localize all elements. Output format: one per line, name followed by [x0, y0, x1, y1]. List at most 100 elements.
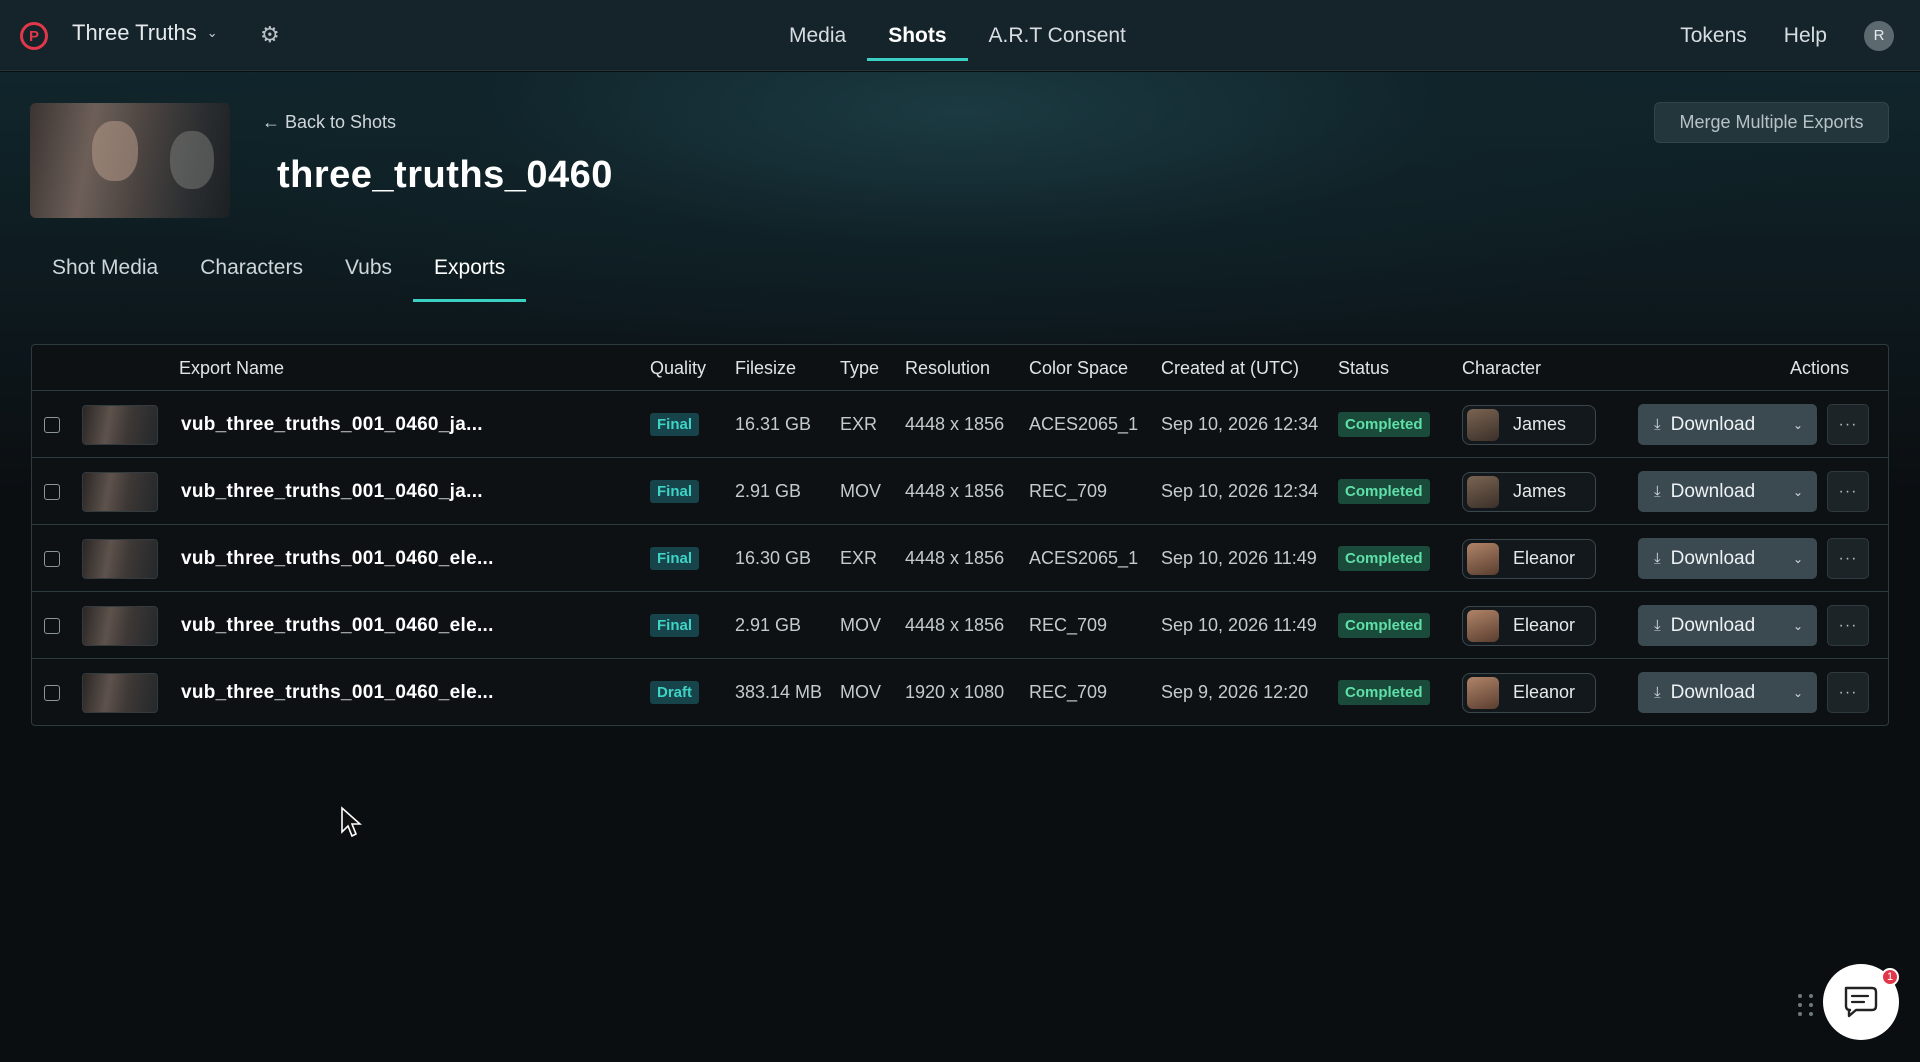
character-avatar — [1467, 609, 1499, 642]
row-checkbox[interactable] — [44, 416, 60, 433]
nav-art-consent[interactable]: A.R.T Consent — [968, 0, 1147, 71]
download-button[interactable]: ⤓ Download ⌄ — [1638, 672, 1817, 713]
filesize-value: 2.91 GB — [735, 615, 802, 635]
character-name: James — [1513, 481, 1567, 501]
export-thumbnail — [82, 538, 158, 579]
merge-exports-button[interactable]: Merge Multiple Exports — [1654, 102, 1889, 143]
col-export-name[interactable]: Export Name — [179, 358, 284, 379]
main-nav: Media Shots A.R.T Consent — [768, 0, 1147, 71]
download-button[interactable]: ⤓ Download ⌄ — [1638, 605, 1817, 646]
table-row[interactable]: vub_three_truths_001_0460_ele... Draft 3… — [32, 659, 1888, 726]
type-value: MOV — [840, 682, 882, 702]
resolution-value: 4448 x 1856 — [905, 615, 1005, 635]
character-avatar — [1467, 676, 1499, 709]
character-avatar — [1467, 475, 1499, 508]
filesize-value: 383.14 MB — [735, 682, 823, 702]
download-label: Download — [1670, 480, 1756, 502]
download-button[interactable]: ⤓ Download ⌄ — [1638, 471, 1817, 512]
top-navigation-bar: P Three Truths ⌄ ⚙ Media Shots A.R.T Con… — [0, 0, 1920, 71]
export-name[interactable]: vub_three_truths_001_0460_ele... — [181, 659, 494, 726]
table-row[interactable]: vub_three_truths_001_0460_ele... Final 1… — [32, 525, 1888, 592]
tab-shot-media[interactable]: Shot Media — [31, 256, 179, 302]
right-nav: Tokens Help R — [1680, 0, 1920, 71]
col-character[interactable]: Character — [1462, 358, 1541, 379]
character-pill[interactable]: Eleanor — [1462, 672, 1596, 713]
export-name[interactable]: vub_three_truths_001_0460_ja... — [181, 458, 483, 525]
help-link[interactable]: Help — [1784, 24, 1827, 48]
col-filesize[interactable]: Filesize — [735, 358, 796, 379]
col-actions: Actions — [1790, 358, 1850, 378]
color-space-value: REC_709 — [1029, 615, 1108, 635]
export-thumbnail — [82, 471, 158, 512]
quality-badge: Draft — [650, 681, 700, 704]
download-icon: ⤓ — [1654, 483, 1661, 500]
table-row[interactable]: vub_three_truths_001_0460_ele... Final 2… — [32, 592, 1888, 659]
chevron-down-icon[interactable]: ⌄ — [1793, 418, 1803, 432]
character-avatar — [1467, 542, 1499, 575]
exports-table: Export Name Quality Filesize Type Resolu… — [31, 344, 1889, 726]
row-checkbox[interactable] — [44, 684, 60, 701]
row-checkbox[interactable] — [44, 617, 60, 634]
type-value: EXR — [840, 414, 878, 434]
back-to-shots-link[interactable]: ← Back to Shots — [262, 112, 396, 133]
filesize-value: 16.30 GB — [735, 548, 812, 568]
user-avatar[interactable]: R — [1864, 20, 1894, 51]
character-pill[interactable]: James — [1462, 404, 1596, 445]
col-resolution[interactable]: Resolution — [905, 358, 990, 379]
table-row[interactable]: vub_three_truths_001_0460_ja... Final 2.… — [32, 458, 1888, 525]
more-actions-button[interactable]: ··· — [1827, 538, 1869, 579]
table-header: Export Name Quality Filesize Type Resolu… — [32, 345, 1888, 391]
drag-handle-icon[interactable] — [1798, 994, 1815, 1016]
table-row[interactable]: vub_three_truths_001_0460_ja... Final 16… — [32, 391, 1888, 458]
character-pill[interactable]: Eleanor — [1462, 538, 1596, 579]
quality-badge: Final — [650, 480, 700, 503]
project-name: Three Truths — [72, 20, 197, 45]
download-label: Download — [1670, 413, 1756, 435]
download-label: Download — [1670, 547, 1756, 569]
thumbnail-figure — [92, 121, 138, 181]
gear-icon[interactable]: ⚙ — [260, 22, 280, 48]
tab-vubs[interactable]: Vubs — [324, 256, 413, 302]
more-actions-button[interactable]: ··· — [1827, 605, 1869, 646]
download-button[interactable]: ⤓ Download ⌄ — [1638, 538, 1817, 579]
col-type[interactable]: Type — [840, 358, 879, 379]
export-thumbnail — [82, 605, 158, 646]
tab-characters[interactable]: Characters — [179, 256, 324, 302]
project-switcher[interactable]: Three Truths ⌄ — [72, 20, 218, 46]
more-actions-button[interactable]: ··· — [1827, 404, 1869, 445]
more-actions-button[interactable]: ··· — [1827, 672, 1869, 713]
status-badge: Completed — [1338, 613, 1430, 638]
character-pill[interactable]: Eleanor — [1462, 605, 1596, 646]
export-thumbnail — [82, 404, 158, 445]
col-color-space[interactable]: Color Space — [1029, 358, 1128, 379]
type-value: MOV — [840, 481, 882, 501]
chevron-down-icon[interactable]: ⌄ — [1793, 552, 1803, 566]
col-status[interactable]: Status — [1338, 358, 1389, 379]
character-pill[interactable]: James — [1462, 471, 1596, 512]
col-quality[interactable]: Quality — [650, 358, 706, 379]
export-name[interactable]: vub_three_truths_001_0460_ele... — [181, 525, 494, 592]
chevron-down-icon[interactable]: ⌄ — [1793, 686, 1803, 700]
chevron-down-icon[interactable]: ⌄ — [1793, 619, 1803, 633]
export-name[interactable]: vub_three_truths_001_0460_ele... — [181, 592, 494, 659]
download-button[interactable]: ⤓ Download ⌄ — [1638, 404, 1817, 445]
col-created[interactable]: Created at (UTC) — [1161, 358, 1299, 379]
nav-shots[interactable]: Shots — [867, 0, 968, 71]
row-checkbox[interactable] — [44, 483, 60, 500]
color-space-value: REC_709 — [1029, 481, 1108, 501]
character-name: Eleanor — [1513, 682, 1576, 702]
export-name[interactable]: vub_three_truths_001_0460_ja... — [181, 391, 483, 458]
export-thumbnail — [82, 672, 158, 713]
color-space-value: REC_709 — [1029, 682, 1108, 702]
row-checkbox[interactable] — [44, 550, 60, 567]
chevron-down-icon[interactable]: ⌄ — [1793, 485, 1803, 499]
character-name: Eleanor — [1513, 615, 1576, 635]
nav-media[interactable]: Media — [768, 0, 867, 71]
logo-letter: P — [28, 27, 39, 45]
tab-exports[interactable]: Exports — [413, 256, 527, 302]
status-badge: Completed — [1338, 479, 1430, 504]
more-actions-button[interactable]: ··· — [1827, 471, 1869, 512]
created-value: Sep 10, 2026 11:49 — [1161, 548, 1317, 568]
app-logo-icon[interactable]: P — [20, 22, 48, 50]
tokens-link[interactable]: Tokens — [1680, 24, 1747, 48]
